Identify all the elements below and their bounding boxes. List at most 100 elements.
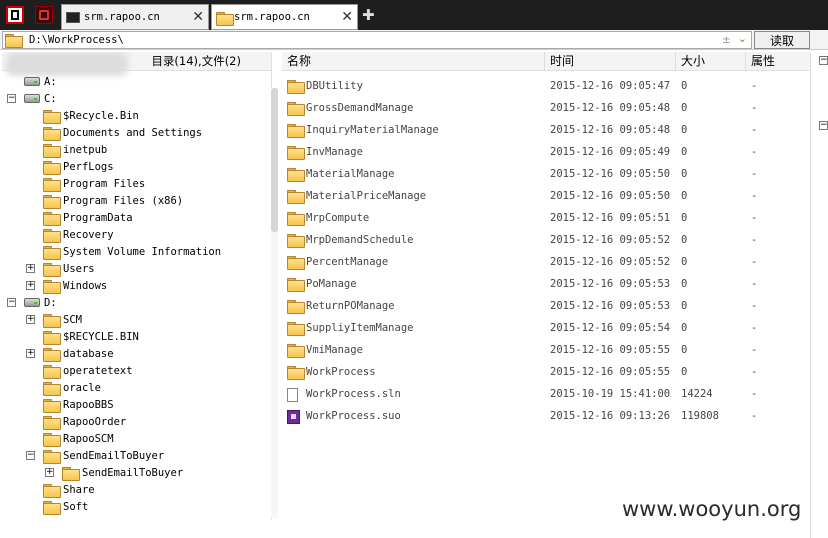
file-row[interactable]: GrossDemandManage 2015-12-16 09:05:48 0 - xyxy=(282,97,810,119)
folder-icon xyxy=(43,194,61,209)
tree-item[interactable]: PerfLogs xyxy=(26,158,114,175)
file-size: 0 xyxy=(681,366,688,378)
drive-icon xyxy=(24,77,40,86)
folder-icon xyxy=(287,300,305,314)
tree-item[interactable]: − SendEmailToBuyer xyxy=(26,447,164,464)
expand-icon[interactable]: + xyxy=(26,264,35,273)
tree-item[interactable]: Soft xyxy=(26,498,88,515)
tree-item[interactable]: operatetext xyxy=(26,362,133,379)
file-row[interactable]: ReturnPOManage 2015-12-16 09:05:53 0 - xyxy=(282,295,810,317)
tree-item[interactable]: RapooSCM xyxy=(26,430,114,447)
file-time: 2015-12-16 09:05:50 xyxy=(550,190,671,202)
file-time: 2015-12-16 09:05:53 xyxy=(550,300,671,312)
new-tab-icon[interactable]: ✚ xyxy=(362,6,375,24)
list-header: 名称 时间 大小 属性 xyxy=(282,52,810,71)
collapse-icon[interactable]: − xyxy=(819,56,828,65)
file-row[interactable]: PoManage 2015-12-16 09:05:53 0 - xyxy=(282,273,810,295)
column-size[interactable]: 大小 xyxy=(676,52,746,71)
file-time: 2015-12-16 09:05:52 xyxy=(550,256,671,268)
collapse-icon[interactable]: − xyxy=(7,298,16,307)
tree-item[interactable]: Share xyxy=(26,481,95,498)
close-icon[interactable]: ✕ xyxy=(341,9,353,25)
file-row[interactable]: WorkProcess.suo 2015-12-16 09:13:26 119808… xyxy=(282,405,810,427)
tree-item[interactable]: RapooOrder xyxy=(26,413,126,430)
tree-item-label: RapooSCM xyxy=(63,432,114,445)
tree-item[interactable]: System Volume Information xyxy=(26,243,221,260)
file-row[interactable]: MrpDemandSchedule 2015-12-16 09:05:52 0 - xyxy=(282,229,810,251)
file-name: MrpCompute xyxy=(306,212,370,224)
pin-icon[interactable]: ± xyxy=(722,33,731,46)
tree-item[interactable]: Program Files xyxy=(26,175,145,192)
close-icon[interactable]: ✕ xyxy=(192,9,204,25)
file-row[interactable]: VmiManage 2015-12-16 09:05:55 0 - xyxy=(282,339,810,361)
file-name: WorkProcess.suo xyxy=(306,410,401,422)
collapse-icon[interactable]: − xyxy=(26,451,35,460)
file-row[interactable]: WorkProcess 2015-12-16 09:05:55 0 - xyxy=(282,361,810,383)
folder-icon xyxy=(43,228,61,243)
tree-item[interactable]: + SCM xyxy=(26,311,82,328)
column-time[interactable]: 时间 xyxy=(545,52,676,71)
tree-item-label: RapooOrder xyxy=(63,415,127,428)
tree-item[interactable]: Program Files (x86) xyxy=(26,192,183,209)
expand-icon[interactable]: + xyxy=(26,349,35,358)
tree-item-label: System Volume Information xyxy=(63,245,222,258)
file-size: 0 xyxy=(681,300,688,312)
tree-item[interactable]: − C: xyxy=(7,90,57,107)
app-menu-icon[interactable] xyxy=(35,6,53,24)
folder-icon xyxy=(287,256,305,270)
tree-item[interactable]: oracle xyxy=(26,379,101,396)
file-size: 0 xyxy=(681,190,688,202)
collapse-icon[interactable]: − xyxy=(819,121,828,130)
chevron-down-icon[interactable]: ⌄ xyxy=(738,32,747,45)
folder-icon xyxy=(287,234,305,248)
tree-item-label: Users xyxy=(63,262,95,275)
column-attr[interactable]: 属性 xyxy=(746,52,810,71)
file-attr: - xyxy=(751,322,758,334)
tree-item[interactable]: ProgramData xyxy=(26,209,133,226)
expand-icon[interactable]: + xyxy=(26,281,35,290)
tree-item[interactable]: + Windows xyxy=(26,277,107,294)
tree-item-label: inetpub xyxy=(63,143,108,156)
file-row[interactable]: MaterialPriceManage 2015-12-16 09:05:50 0 - xyxy=(282,185,810,207)
drive-icon xyxy=(24,298,40,307)
file-row[interactable]: WorkProcess.sln 2015-10-19 15:41:00 14224 - xyxy=(282,383,810,405)
file-row[interactable]: DBUtility 2015-12-16 09:05:47 0 - xyxy=(282,75,810,97)
folder-icon xyxy=(287,146,305,160)
tree-item[interactable]: $Recycle.Bin xyxy=(26,107,139,124)
tree-item-label: A: xyxy=(44,75,57,88)
tree-item[interactable]: Documents and Settings xyxy=(26,124,202,141)
file-row[interactable]: PercentManage 2015-12-16 09:05:52 0 - xyxy=(282,251,810,273)
file-row[interactable]: InquiryMaterialManage 2015-12-16 09:05:48… xyxy=(282,119,810,141)
tree-item[interactable]: + Users xyxy=(26,260,95,277)
read-button[interactable]: 读取 xyxy=(754,31,810,49)
tree-item[interactable]: A: xyxy=(7,73,57,90)
tree-item[interactable]: + SendEmailToBuyer xyxy=(45,464,183,481)
file-row[interactable]: SuppliyItemManage 2015-12-16 09:05:54 0 - xyxy=(282,317,810,339)
file-row[interactable]: InvManage 2015-12-16 09:05:49 0 - xyxy=(282,141,810,163)
tree-item[interactable]: − D: xyxy=(7,294,57,311)
column-name[interactable]: 名称 xyxy=(282,52,545,71)
tree-scrollbar-thumb[interactable] xyxy=(271,88,278,232)
path-input[interactable] xyxy=(25,34,705,46)
tree-item-label: Documents and Settings xyxy=(63,126,203,139)
file-row[interactable]: MrpCompute 2015-12-16 09:05:51 0 - xyxy=(282,207,810,229)
tree-item[interactable]: Recovery xyxy=(26,226,114,243)
tree-item-label: database xyxy=(63,347,114,360)
vs-suo-icon xyxy=(287,410,300,424)
tree-item-label: PerfLogs xyxy=(63,160,114,173)
app-logo-icon[interactable] xyxy=(6,6,24,24)
tree-item-label: Recovery xyxy=(63,228,114,241)
expand-icon[interactable]: + xyxy=(45,468,54,477)
tree-item[interactable]: RapooBBS xyxy=(26,396,114,413)
expand-icon[interactable]: + xyxy=(26,315,35,324)
file-row[interactable]: MaterialManage 2015-12-16 09:05:50 0 - xyxy=(282,163,810,185)
tree-item[interactable]: inetpub xyxy=(26,141,107,158)
tab-srm-2[interactable]: srm.rapoo.cn ✕ xyxy=(211,4,358,30)
tab-srm-1[interactable]: srm.rapoo.cn ✕ xyxy=(61,4,209,30)
collapse-icon[interactable]: − xyxy=(7,94,16,103)
folder-icon xyxy=(287,366,305,380)
path-field[interactable]: ± ⌄ xyxy=(2,31,752,49)
file-size: 0 xyxy=(681,234,688,246)
tree-item[interactable]: $RECYCLE.BIN xyxy=(26,328,139,345)
tree-item[interactable]: + database xyxy=(26,345,114,362)
